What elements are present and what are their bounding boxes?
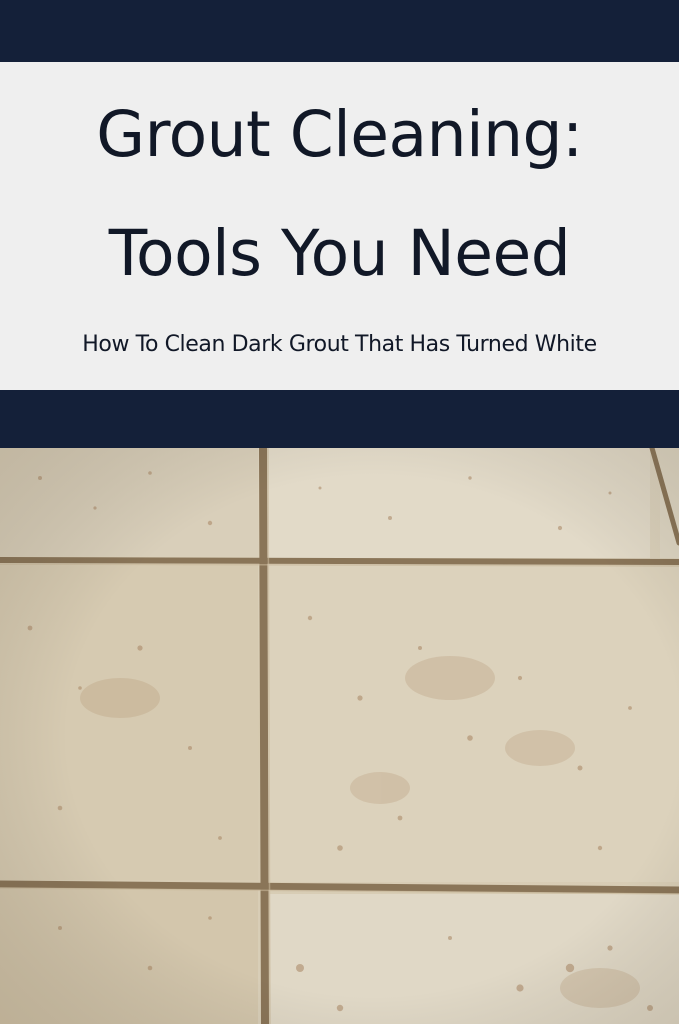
- subtitle: How To Clean Dark Grout That Has Turned …: [82, 332, 597, 357]
- tile-floor-photo: [0, 448, 679, 1024]
- title-line-1: Grout Cleaning:: [96, 98, 583, 171]
- title-line-2: Tools You Need: [108, 217, 571, 290]
- photo-vignette: [0, 448, 679, 1024]
- bottom-navy-band: [0, 390, 679, 448]
- top-navy-band: [0, 0, 679, 62]
- title-panel: Grout Cleaning: Tools You Need How To Cl…: [0, 62, 679, 390]
